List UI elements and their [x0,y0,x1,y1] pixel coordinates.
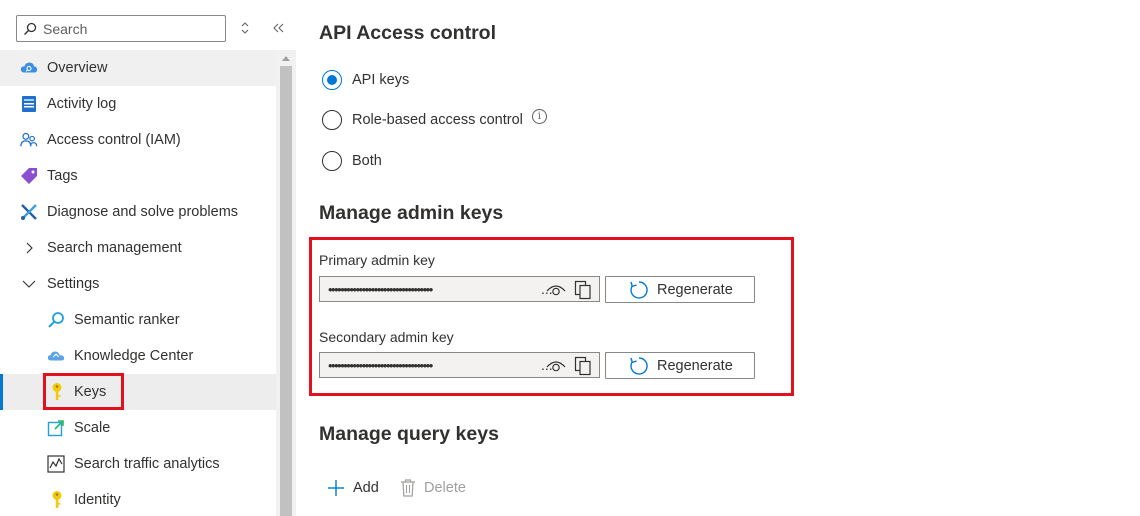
sidebar-item-label: Tags [47,168,78,184]
plus-icon [328,480,344,496]
chevron-right-icon [20,239,38,257]
sidebar-item-label: Scale [74,420,111,436]
keys-highlight-frame [43,373,124,410]
secondary-key-label: Secondary admin key [319,329,454,345]
sidebar-item-semantic-ranker[interactable]: Semantic ranker [0,302,276,338]
radio-rbac[interactable]: Role-based access control i [322,108,547,130]
sidebar-item-search-management[interactable]: Search management [0,230,276,266]
chevron-down-icon [20,275,38,293]
radio-label: API keys [352,72,410,88]
nav-list: Overview Activity log Access control (IA… [0,50,276,516]
copy-icon[interactable] [574,356,592,376]
regenerate-primary-button[interactable]: Regenerate [605,276,755,303]
sidebar-item-knowledge-center[interactable]: Knowledge Center [0,338,276,374]
sidebar: Overview Activity log Access control (IA… [0,0,296,516]
sidebar-item-scale[interactable]: Scale [0,410,276,446]
sidebar-item-settings[interactable]: Settings [0,266,276,302]
sidebar-item-diagnose[interactable]: Diagnose and solve problems [0,194,276,230]
sidebar-item-overview[interactable]: Overview [0,50,276,86]
sidebar-item-label: Search traffic analytics [74,456,220,472]
delete-label: Delete [424,480,466,496]
overview-cloud-icon [20,59,38,77]
sidebar-item-label: Overview [47,60,108,76]
manage-admin-keys-title: Manage admin keys [319,202,504,224]
sidebar-item-traffic-analytics[interactable]: Search traffic analytics [0,446,276,482]
primary-key-field[interactable]: •••••••••••••••••••••••••••••••••• ... [319,276,600,302]
eye-icon[interactable] [546,358,566,374]
regenerate-label: Regenerate [657,357,733,374]
sidebar-item-access-control[interactable]: Access control (IAM) [0,122,276,158]
masked-key: •••••••••••••••••••••••••••••••••• [328,281,433,297]
wrench-icon [20,203,38,221]
identity-key-icon [48,491,66,509]
radio-button[interactable] [322,151,342,171]
chart-icon [47,455,65,473]
sidebar-item-identity[interactable]: Identity [0,482,276,516]
manage-query-keys-title: Manage query keys [319,423,499,445]
secondary-key-field[interactable]: •••••••••••••••••••••••••••••••••• ... [319,352,600,378]
sidebar-item-activity-log[interactable]: Activity log [0,86,276,122]
refresh-icon [629,356,649,376]
sidebar-item-label: Activity log [47,96,117,112]
sidebar-item-label: Semantic ranker [74,312,180,328]
radio-api-keys[interactable]: API keys [322,70,409,90]
cloud-icon [47,347,65,365]
sidebar-item-label: Search management [47,240,182,256]
sidebar-item-label: Knowledge Center [74,348,194,364]
add-button[interactable]: Add [327,479,379,497]
radio-label: Both [352,153,382,169]
regenerate-label: Regenerate [657,281,733,298]
selected-indicator [0,374,3,410]
scroll-up-icon[interactable] [280,55,292,63]
search-input[interactable] [43,20,213,37]
collapse-double-chevron-icon[interactable] [272,20,286,36]
refresh-icon [629,280,649,300]
sidebar-item-keys[interactable]: Keys [0,374,276,410]
sort-updown-icon[interactable] [238,20,252,36]
sidebar-item-label: Settings [47,276,100,292]
scrollbar-thumb[interactable] [280,66,292,516]
eye-icon[interactable] [546,282,566,298]
main-content: API Access control API keys Role-based a… [309,0,1119,516]
add-label: Add [353,480,379,496]
activity-log-icon [20,95,38,113]
sidebar-item-label: Identity [74,492,121,508]
masked-key: •••••••••••••••••••••••••••••••••• [328,357,433,373]
search-icon [47,311,65,329]
people-icon [20,131,38,149]
info-icon[interactable]: i [531,108,547,124]
radio-both[interactable]: Both [322,151,382,171]
tag-icon [20,167,38,185]
radio-label: Role-based access control [352,112,523,128]
radio-button[interactable] [322,70,342,90]
sidebar-item-tags[interactable]: Tags [0,158,276,194]
search-box[interactable] [16,15,226,42]
primary-key-label: Primary admin key [319,252,435,268]
sidebar-item-label: Diagnose and solve problems [47,204,239,220]
api-access-title: API Access control [319,22,497,44]
radio-button[interactable] [322,110,342,130]
regenerate-secondary-button[interactable]: Regenerate [605,352,755,379]
scale-icon [47,419,65,437]
sidebar-item-label: Access control (IAM) [47,132,181,148]
trash-icon [401,479,415,497]
search-icon [24,22,37,35]
copy-icon[interactable] [574,280,592,300]
delete-button[interactable]: Delete [400,479,466,497]
